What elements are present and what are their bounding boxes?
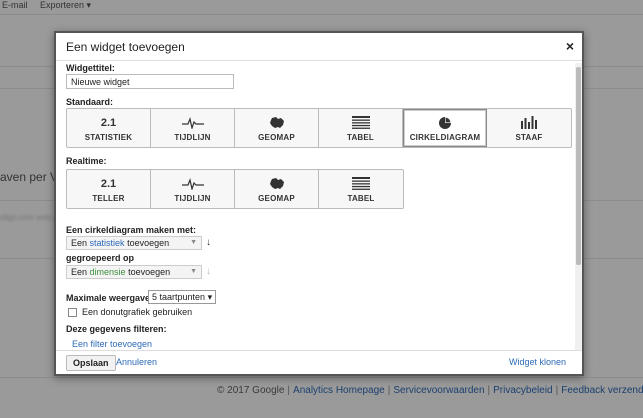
type-button-label: TIJDLIJN — [174, 132, 211, 142]
type-button-cirkeldiagram[interactable]: CIRKELDIAGRAM — [403, 109, 487, 147]
footer-link-feedback[interactable]: Feedback verzenden — [561, 385, 643, 396]
dropdown-suffix: toevoegen — [127, 238, 170, 248]
type-button-label: GEOMAP — [258, 132, 295, 142]
type-button-label: GEOMAP — [258, 193, 295, 203]
dropdown-prefix: Een — [71, 267, 88, 277]
metric-keyword: statistiek — [89, 238, 125, 248]
dimension-dropdown[interactable]: Een dimensie toevoegen ▼ — [66, 265, 202, 279]
close-icon[interactable]: × — [566, 38, 574, 54]
table-icon — [352, 176, 370, 192]
dimension-keyword: dimensie — [89, 267, 126, 277]
save-button[interactable]: Opslaan — [66, 355, 116, 371]
type-button-label: CIRKELDIAGRAM — [409, 132, 481, 142]
dialog-header: Een widget toevoegen × — [56, 33, 582, 61]
realtime-button-teller[interactable]: 2.1 TELLER — [67, 170, 151, 208]
add-filter-link[interactable]: Een filter toevoegen — [72, 339, 152, 349]
dropdown-prefix: Een — [71, 238, 88, 248]
scrollbar-thumb[interactable] — [576, 67, 581, 265]
chevron-down-icon: ▾ — [207, 292, 213, 302]
type-button-tabel[interactable]: TABEL — [319, 109, 403, 147]
export-menu[interactable]: Exporteren ▾ — [40, 0, 91, 10]
add-widget-dialog: Een widget toevoegen × Widgettitel: Stan… — [54, 31, 584, 376]
divider — [0, 377, 643, 378]
type-button-label: STAAF — [515, 132, 543, 142]
dialog-scrollbar[interactable] — [575, 63, 582, 353]
type-button-geomap[interactable]: GEOMAP — [235, 109, 319, 147]
sort-arrow-icon[interactable]: ↓ — [206, 237, 211, 248]
pie-with-label: Een cirkeldiagram maken met: — [66, 225, 197, 235]
max-display-label: Maximale weergave: — [66, 293, 154, 303]
table-icon — [351, 115, 370, 131]
pie-chart-icon — [438, 115, 452, 131]
widget-title-input[interactable] — [66, 74, 234, 89]
footer-link-homepage[interactable]: Analytics Homepage — [293, 385, 385, 396]
type-button-label: TELLER — [92, 193, 125, 203]
dropdown-suffix: toevoegen — [128, 267, 171, 277]
max-display-select[interactable]: 5 taartpunten ▾ — [148, 290, 217, 304]
grouped-by-label: gegroepeerd op — [66, 253, 135, 263]
dialog-body: Widgettitel: Standaard: 2.1 STATISTIEK T… — [56, 61, 582, 352]
email-menu[interactable]: E-mail — [2, 0, 28, 10]
donut-label: Een donutgrafiek gebruiken — [82, 307, 193, 317]
type-button-label: TABEL — [347, 193, 375, 203]
type-button-staaf[interactable]: STAAF — [487, 109, 571, 147]
divider — [0, 14, 643, 15]
number-icon: 2.1 — [100, 116, 117, 129]
standard-label: Standaard: — [66, 97, 114, 107]
metric-dropdown[interactable]: Een statistiek toevoegen ▼ — [66, 236, 202, 250]
realtime-type-group: 2.1 TELLER TIJDLIJN GEOMAP TABEL — [66, 169, 404, 209]
widget-title-label: Widgettitel: — [66, 63, 115, 73]
map-icon — [269, 176, 285, 192]
chevron-down-icon: ▼ — [190, 268, 197, 275]
realtime-button-geomap[interactable]: GEOMAP — [235, 170, 319, 208]
map-icon — [269, 115, 285, 131]
background-blurred-text: sligo.com web ga — [0, 213, 62, 222]
line-chart-icon — [181, 176, 204, 192]
background-toolbar: E-mail Exporteren ▾ — [0, 0, 643, 12]
dialog-footer: Opslaan Annuleren Widget klonen — [56, 350, 582, 374]
type-button-label: TABEL — [346, 132, 375, 142]
type-button-label: TIJDLIJN — [174, 193, 211, 203]
type-button-statistiek[interactable]: 2.1 STATISTIEK — [67, 109, 151, 147]
filter-label: Deze gegevens filteren: — [66, 324, 167, 334]
cancel-link[interactable]: Annuleren — [116, 357, 157, 367]
number-icon: 2.1 — [100, 177, 117, 190]
page-footer: © 2017 Google | Analytics Homepage | Service… — [217, 385, 643, 396]
dialog-title: Een widget toevoegen — [66, 40, 185, 54]
footer-link-privacy[interactable]: Privacybeleid — [493, 385, 552, 396]
realtime-button-tijdlijn[interactable]: TIJDLIJN — [151, 170, 235, 208]
bar-chart-icon — [520, 115, 538, 131]
max-display-value: 5 taartpunten — [152, 292, 206, 302]
clone-widget-link[interactable]: Widget klonen — [509, 357, 566, 367]
footer-link-terms[interactable]: Servicevoorwaarden — [393, 385, 484, 396]
line-chart-icon — [181, 115, 204, 131]
standard-type-group: 2.1 STATISTIEK TIJDLIJN GEOMAP TABEL CIR… — [66, 108, 572, 148]
type-button-label: STATISTIEK — [84, 132, 133, 142]
realtime-button-tabel[interactable]: TABEL — [319, 170, 403, 208]
sort-arrow-icon: ↓ — [206, 266, 211, 277]
realtime-label: Realtime: — [66, 156, 107, 166]
type-button-tijdlijn[interactable]: TIJDLIJN — [151, 109, 235, 147]
copyright: © 2017 Google — [217, 385, 285, 396]
donut-checkbox[interactable] — [68, 308, 77, 317]
chevron-down-icon: ▼ — [190, 239, 197, 246]
